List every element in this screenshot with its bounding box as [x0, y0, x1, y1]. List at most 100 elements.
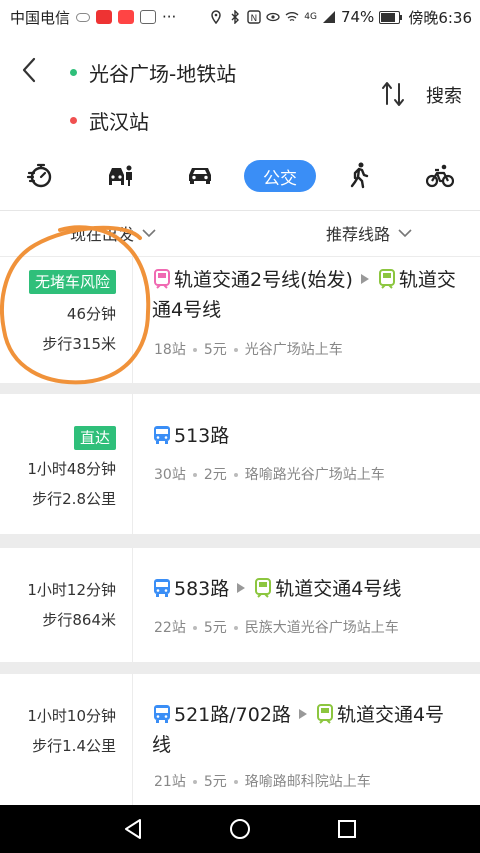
route-walk: 步行315米: [42, 335, 116, 353]
bluetooth-icon: [231, 10, 240, 24]
segment-name: 583路: [174, 578, 230, 600]
destination-text: 武汉站: [89, 110, 149, 134]
bike-icon: [426, 164, 454, 188]
car-icon: [189, 168, 211, 184]
filter-bar: 现在出发 推荐线路: [0, 210, 480, 256]
segment-name: 521路/702路: [174, 704, 291, 726]
segment-name: 513路: [174, 425, 230, 447]
sort-dropdown[interactable]: 推荐线路: [326, 221, 412, 245]
route-meta: 22站 5元 民族大道光谷广场站上车: [154, 617, 399, 637]
sort-label: 推荐线路: [326, 225, 391, 244]
location-icon: [211, 10, 222, 24]
eye-icon: [266, 12, 280, 22]
route-segments: 521路/702路 轨道交通4号线: [152, 700, 462, 760]
origin-text: 光谷广场-地铁站: [89, 62, 237, 86]
svg-text:N: N: [251, 14, 258, 24]
more-icon: ···: [162, 8, 177, 26]
route-card[interactable]: 直达 1小时48分钟 步行2.8公里 513路 30站 2元 珞喻路光谷广场站上车: [0, 394, 480, 534]
arrow-right-icon: [237, 583, 246, 593]
tab-bus[interactable]: 公交: [244, 160, 316, 192]
tab-walk[interactable]: [344, 156, 376, 194]
arrow-right-icon: [298, 709, 307, 719]
route-summary: 1小时10分钟 步行1.4公里: [0, 674, 133, 805]
depart-label: 现在出发: [70, 225, 135, 244]
route-walk: 步行1.4公里: [32, 737, 116, 755]
transport-mode-tabs: 公交: [0, 156, 480, 196]
bus-icon: [154, 426, 170, 444]
metro-icon: [316, 704, 333, 724]
nfc-icon: N: [247, 10, 261, 24]
route-header: 光谷广场-地铁站 武汉站 搜索 公交: [0, 34, 480, 210]
route-price: 5元: [203, 342, 227, 358]
origin-dot: [70, 69, 77, 76]
origin-field[interactable]: 光谷广场-地铁站: [70, 58, 236, 87]
search-button[interactable]: 搜索: [426, 82, 462, 108]
nav-recents-icon[interactable]: [335, 817, 359, 841]
route-card[interactable]: 无堵车风险 46分钟 步行315米 轨道交通2号线(始发) 轨道交通4号线 18站…: [0, 257, 480, 383]
route-card[interactable]: 1小时10分钟 步行1.4公里 521路/702路 轨道交通4号线 21站 5元 珞喻…: [0, 674, 480, 805]
destination-field[interactable]: 武汉站: [70, 106, 149, 135]
route-stops: 18站: [154, 342, 186, 358]
car-taxi-icon: [109, 165, 132, 186]
route-price: 2元: [203, 467, 227, 483]
bus-icon: [154, 705, 170, 723]
route-boarding: 珞喻路邮科院站上车: [244, 774, 371, 790]
route-boarding: 民族大道光谷广场站上车: [244, 620, 399, 636]
route-badge: 直达: [73, 426, 116, 450]
route-summary: 1小时12分钟 步行864米: [0, 548, 133, 662]
cloud-icon: [76, 12, 91, 22]
app-notification-icon: [96, 10, 113, 24]
route-segments: 513路: [152, 421, 462, 451]
system-nav-bar: [0, 805, 480, 853]
route-card[interactable]: 1小时12分钟 步行864米 583路 轨道交通4号线 22站 5元 民族大道光谷广场…: [0, 548, 480, 662]
battery-percent: 74%: [340, 8, 375, 26]
metro-icon: [255, 578, 272, 598]
segment-name: 轨道交通2号线(始发): [174, 269, 353, 291]
signal-label: 4G: [304, 12, 317, 22]
tab-timer[interactable]: [24, 156, 56, 194]
route-walk: 步行2.8公里: [32, 490, 116, 508]
route-summary: 无堵车风险 46分钟 步行315米: [0, 257, 133, 383]
arrow-right-icon: [360, 274, 369, 284]
route-meta: 30站 2元 珞喻路光谷广场站上车: [154, 464, 385, 484]
route-segments: 轨道交通2号线(始发) 轨道交通4号线: [152, 265, 462, 325]
route-price: 5元: [203, 620, 227, 636]
nav-home-icon[interactable]: [228, 817, 252, 841]
route-boarding: 珞喻路光谷广场站上车: [244, 467, 385, 483]
segment-name: 轨道交通4号线: [275, 578, 402, 600]
bus-icon: [154, 579, 170, 597]
message-icon: [140, 10, 157, 24]
destination-dot: [70, 117, 77, 124]
chevron-down-icon: [398, 229, 412, 238]
route-duration: 46分钟: [66, 305, 116, 323]
timer-icon: [26, 163, 52, 188]
carrier-text: 中国电信: [10, 8, 71, 27]
signal-icon: [322, 11, 335, 23]
tab-taxi[interactable]: [104, 156, 136, 194]
nav-back-icon[interactable]: [121, 817, 145, 841]
walk-icon: [350, 162, 369, 189]
depart-time-dropdown[interactable]: 现在出发: [70, 221, 156, 245]
metro-icon: [154, 269, 170, 289]
route-stops: 22站: [154, 620, 186, 636]
route-walk: 步行864米: [42, 611, 116, 629]
metro-icon: [378, 269, 395, 289]
wifi-icon: [285, 12, 299, 22]
route-price: 5元: [203, 774, 227, 790]
chevron-down-icon: [142, 229, 156, 238]
route-duration: 1小时48分钟: [27, 460, 116, 478]
back-arrow-icon[interactable]: [16, 56, 44, 84]
route-duration: 1小时12分钟: [27, 581, 116, 599]
route-stops: 21站: [154, 774, 186, 790]
battery-icon: [379, 10, 403, 24]
route-summary: 直达 1小时48分钟 步行2.8公里: [0, 394, 133, 534]
route-boarding: 光谷广场站上车: [244, 342, 343, 358]
route-segments: 583路 轨道交通4号线: [152, 574, 462, 604]
clock: 傍晚6:36: [408, 8, 472, 27]
route-badge: 无堵车风险: [28, 270, 116, 294]
app-notification-icon-2: [118, 10, 135, 24]
route-meta: 18站 5元 光谷广场站上车: [154, 339, 343, 359]
tab-car[interactable]: [184, 156, 216, 194]
swap-icon[interactable]: [380, 80, 406, 108]
tab-bike[interactable]: [424, 156, 456, 194]
